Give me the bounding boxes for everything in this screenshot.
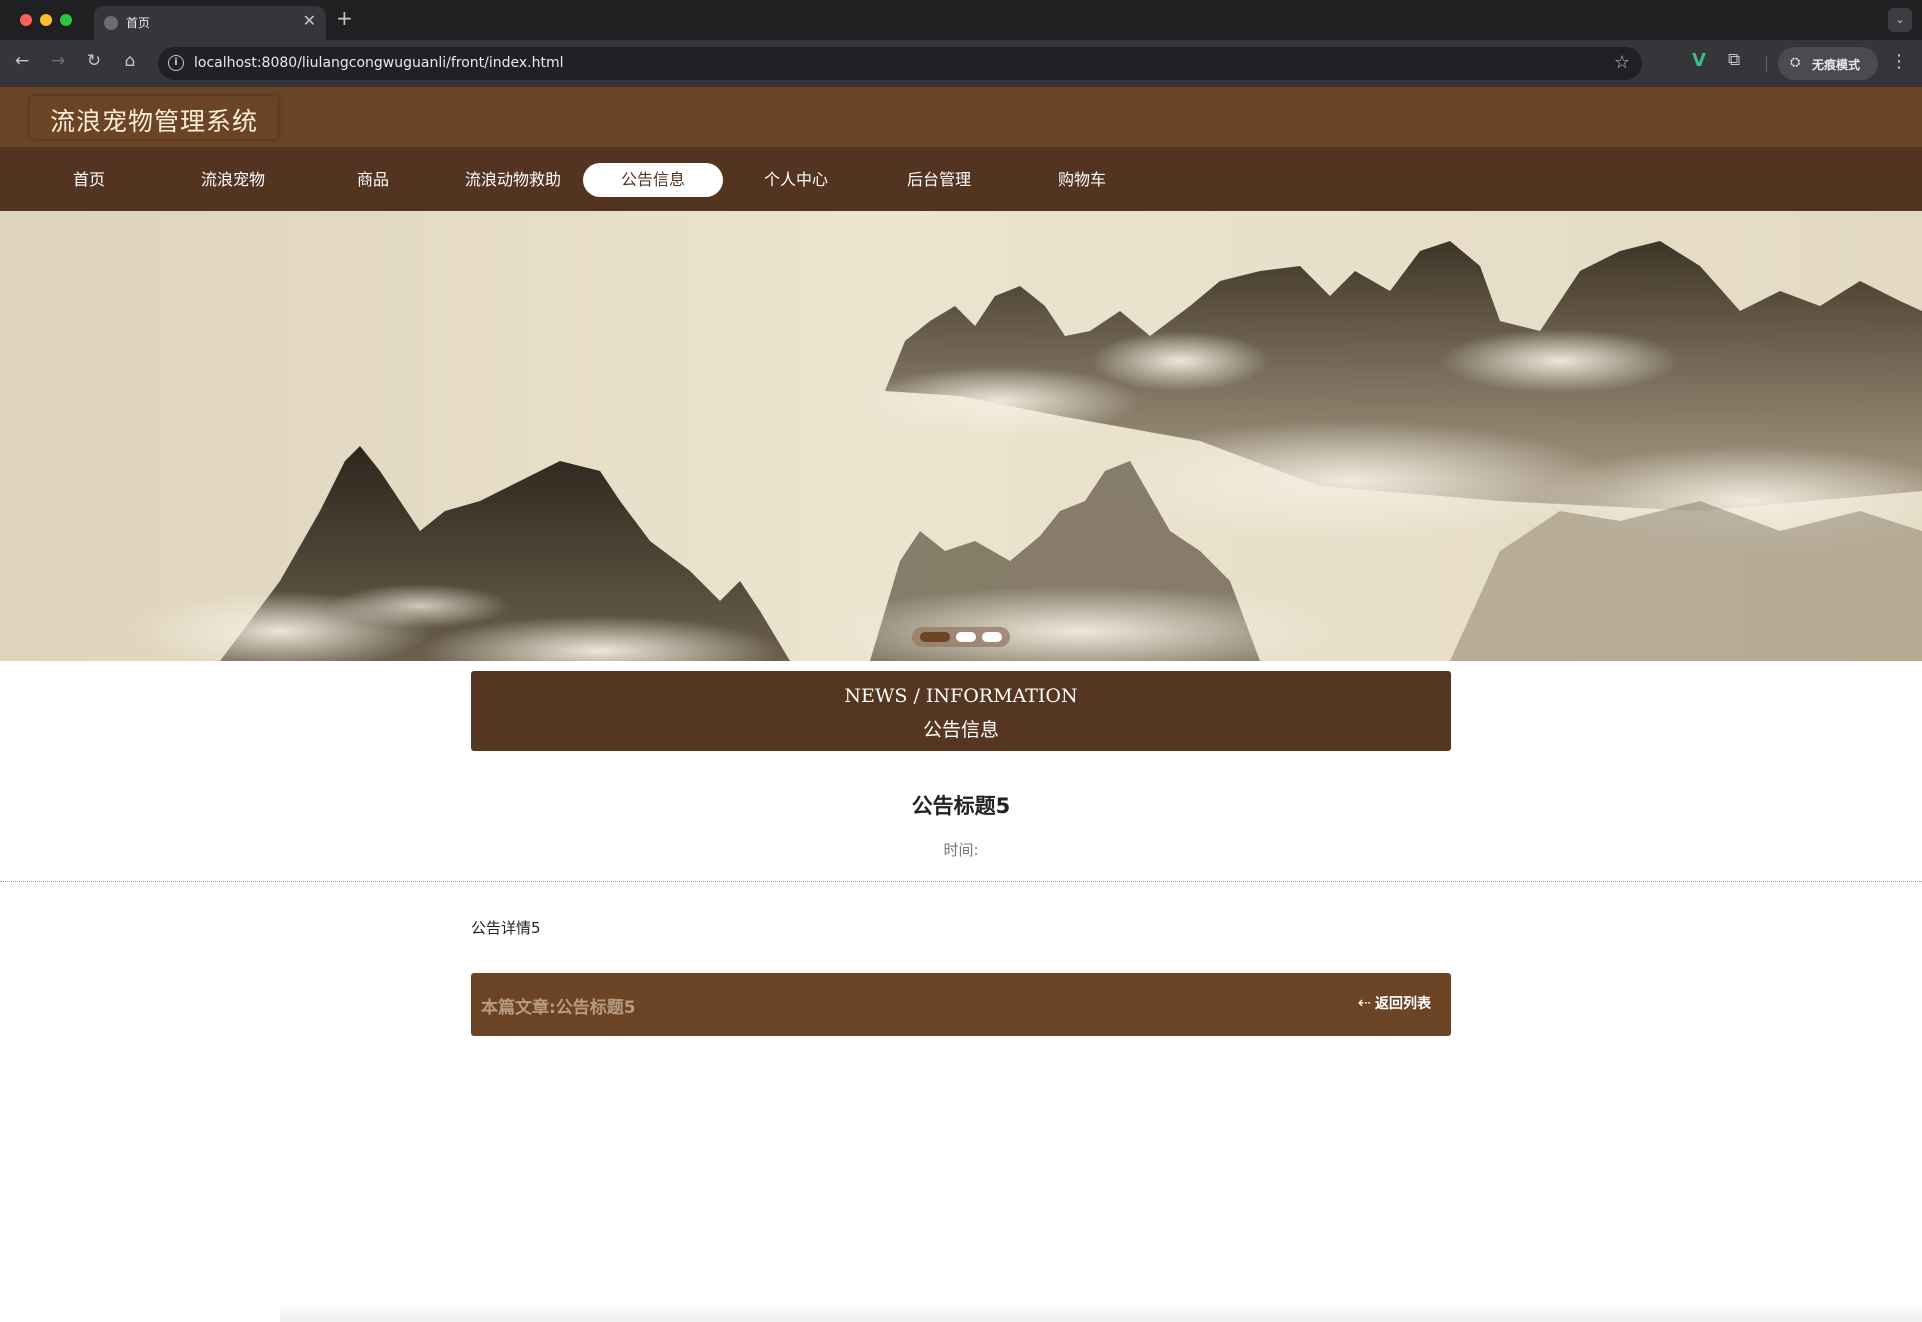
section-title-bar: NEWS / INFORMATION 公告信息 xyxy=(471,671,1451,751)
tab-search-button[interactable]: ⌄ xyxy=(1888,8,1912,32)
home-icon[interactable]: ⌂ xyxy=(118,51,142,71)
vue-devtools-icon[interactable]: V xyxy=(1692,50,1706,71)
new-tab-button[interactable]: + xyxy=(336,6,353,30)
address-bar[interactable]: i localhost:8080/liulangcongwuguanli/fro… xyxy=(158,47,1642,80)
nav-item-admin[interactable]: 后台管理 xyxy=(869,163,1009,197)
nav-item-stray-pets[interactable]: 流浪宠物 xyxy=(163,163,303,197)
article-footer-bar: 本篇文章:公告标题5 ⇠ 返回列表 xyxy=(471,973,1451,1036)
incognito-label: 无痕模式 xyxy=(1812,58,1861,72)
site-title: 流浪宠物管理系统 xyxy=(50,107,259,136)
back-arrow-icon[interactable]: ← xyxy=(10,51,34,71)
nav-item-home[interactable]: 首页 xyxy=(19,163,159,197)
browser-toolbar: ← → ↻ ⌂ i localhost:8080/liulangcongwugu… xyxy=(0,40,1922,87)
article-time: 时间: xyxy=(943,841,979,859)
banner-image xyxy=(0,211,1922,661)
close-icon[interactable]: ✕ xyxy=(303,11,316,30)
close-window-button[interactable] xyxy=(20,14,32,26)
site-logo[interactable]: 流浪宠物管理系统 xyxy=(30,96,278,139)
nav-item-cart[interactable]: 购物车 xyxy=(1012,163,1152,197)
article-divider xyxy=(0,881,1922,882)
toolbar-divider xyxy=(1766,56,1767,72)
article-body: 公告详情5 xyxy=(471,919,541,937)
carousel-dot-3[interactable] xyxy=(982,632,1002,642)
incognito-badge[interactable]: ⛭ 无痕模式 xyxy=(1778,47,1878,80)
globe-icon xyxy=(104,16,118,30)
more-menu-icon[interactable]: ⋮ xyxy=(1890,51,1908,72)
section-title-en: NEWS / INFORMATION xyxy=(844,685,1078,707)
minimize-window-button[interactable] xyxy=(40,14,52,26)
back-to-list-button[interactable]: ⇠ 返回列表 xyxy=(1358,993,1431,1015)
bookmark-star-icon[interactable]: ☆ xyxy=(1614,52,1630,73)
maximize-window-button[interactable] xyxy=(60,14,72,26)
page-bottom-shadow xyxy=(280,1300,1922,1322)
site-info-icon[interactable]: i xyxy=(168,55,184,71)
main-nav: 首页 流浪宠物 商品 流浪动物救助 公告信息 个人中心 后台管理 购物车 xyxy=(0,147,1922,211)
nav-item-announcements[interactable]: 公告信息 xyxy=(583,163,723,197)
url-text[interactable]: localhost:8080/liulangcongwuguanli/front… xyxy=(194,55,564,71)
carousel-dot-2[interactable] xyxy=(956,632,976,642)
reload-icon[interactable]: ↻ xyxy=(82,51,106,71)
tab-title: 首页 xyxy=(126,16,151,30)
extensions-icon[interactable]: ⧉ xyxy=(1728,50,1740,70)
forward-arrow-icon[interactable]: → xyxy=(46,51,70,71)
section-title-zh: 公告信息 xyxy=(922,719,999,741)
nav-item-personal-center[interactable]: 个人中心 xyxy=(726,163,866,197)
article-title: 公告标题5 xyxy=(911,794,1011,818)
site-header: 流浪宠物管理系统 xyxy=(0,87,1922,147)
incognito-icon: ⛭ xyxy=(1790,55,1801,70)
back-to-list-label: 返回列表 xyxy=(1375,996,1431,1012)
carousel-dot-1[interactable] xyxy=(920,632,950,642)
current-article-label: 本篇文章:公告标题5 xyxy=(481,998,636,1018)
nav-item-animal-rescue[interactable]: 流浪动物救助 xyxy=(443,163,583,197)
arrow-left-icon: ⇠ xyxy=(1357,993,1371,1012)
browser-tab-bar: 首页 ✕ + ⌄ xyxy=(0,0,1922,40)
browser-tab[interactable]: 首页 ✕ xyxy=(94,6,326,40)
banner-carousel[interactable] xyxy=(0,211,1922,661)
nav-item-products[interactable]: 商品 xyxy=(303,163,443,197)
carousel-indicators xyxy=(912,627,1010,647)
